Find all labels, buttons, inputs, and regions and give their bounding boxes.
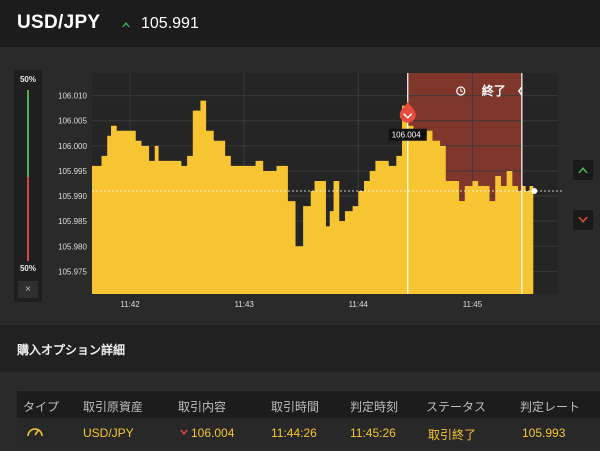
current-rate-dot <box>531 188 538 195</box>
y-tick-label: 106.005 <box>58 117 87 126</box>
current-rate-display: 105.991 <box>121 15 199 33</box>
table-row[interactable]: USD/JPY 106.004 11:44:26 11:45:26 取引終了 1… <box>17 418 600 448</box>
y-tick-label: 105.990 <box>58 192 87 201</box>
x-tick-label: 11:43 <box>234 300 254 309</box>
y-tick-label: 105.985 <box>58 217 87 226</box>
row-judge-rate: 105.993 <box>522 426 566 440</box>
expired-label: 終了 <box>482 83 506 98</box>
col-status: ステータス <box>426 400 487 414</box>
col-judge-rate: 判定レート <box>520 400 581 414</box>
y-axis-labels: 106.010 106.005 106.000 105.995 105.990 105.9… <box>58 92 87 277</box>
col-trade-time: 取引時間 <box>271 400 320 414</box>
x-tick-label: 11:44 <box>349 300 369 309</box>
row-content-value: 106.004 <box>191 426 235 440</box>
gauge-icon <box>26 424 44 441</box>
col-asset: 取引原資産 <box>83 400 144 414</box>
buy-low-button[interactable] <box>573 210 593 230</box>
row-status: 取引終了 <box>428 428 477 442</box>
chevron-up-icon <box>122 22 130 27</box>
x-tick-label: 11:42 <box>120 300 140 309</box>
entry-rate-label: 106.004 <box>392 131 421 140</box>
details-table-header: タイプ 取引原資産 取引内容 取引時間 判定時刻 ステータス 判定レート <box>17 391 600 418</box>
col-judge-time: 判定時刻 <box>350 400 399 414</box>
header-bar: USD/JPY 105.991 <box>0 0 600 47</box>
y-tick-label: 105.995 <box>58 167 87 176</box>
y-tick-label: 106.000 <box>58 142 87 151</box>
details-header: 購入オプション詳細 <box>0 325 600 372</box>
details-title: 購入オプション詳細 <box>17 343 126 357</box>
chevron-up-icon <box>578 167 588 173</box>
row-judge-time: 11:45:26 <box>350 426 396 440</box>
chevron-down-icon <box>578 217 588 223</box>
y-tick-label: 105.975 <box>58 267 87 276</box>
chevron-down-icon <box>180 430 188 435</box>
asset-pair-title: USD/JPY <box>17 12 101 33</box>
y-tick-label: 105.980 <box>58 242 87 251</box>
buy-high-button[interactable] <box>573 160 593 180</box>
col-type: タイプ <box>23 400 60 414</box>
y-tick-label: 106.010 <box>58 92 87 101</box>
row-asset: USD/JPY <box>83 426 134 440</box>
col-content: 取引内容 <box>178 400 227 414</box>
row-content: 106.004 <box>180 426 234 440</box>
row-trade-time: 11:44:26 <box>271 426 317 440</box>
current-rate: 105.991 <box>141 15 199 32</box>
x-tick-label: 11:45 <box>463 300 483 309</box>
price-chart: 106.010 106.005 106.000 105.995 105.990 105.9… <box>58 73 564 309</box>
x-axis-labels: 11:42 11:43 11:44 11:45 <box>120 300 482 309</box>
